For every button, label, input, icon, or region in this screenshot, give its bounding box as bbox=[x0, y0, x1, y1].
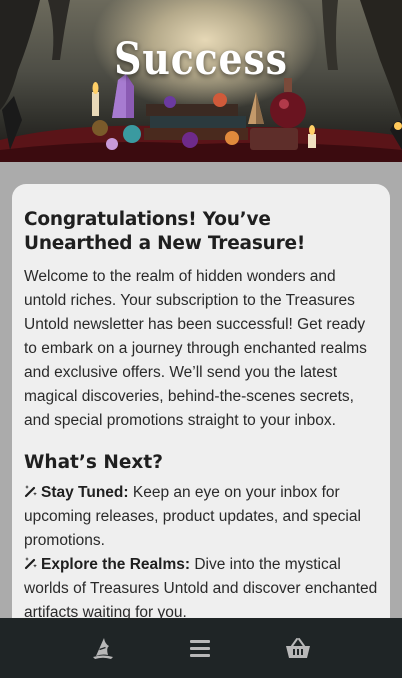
list-item: Explore the Realms: Dive into the mystic… bbox=[24, 553, 378, 625]
list-item: Stay Tuned: Keep an eye on your inbox fo… bbox=[24, 481, 378, 553]
page-title: Success bbox=[114, 34, 288, 85]
item-label: Explore the Realms: bbox=[41, 556, 191, 573]
menu-icon bbox=[190, 640, 210, 657]
bottom-nav bbox=[0, 618, 402, 678]
whats-next-heading: What’s Next? bbox=[24, 452, 163, 473]
magic-wand-icon bbox=[24, 557, 37, 570]
hero-banner: Success bbox=[0, 0, 402, 162]
nav-cart-button[interactable] bbox=[283, 634, 313, 662]
success-card: Congratulations! You’ve Unearthed a New … bbox=[12, 184, 390, 644]
magic-wand-icon bbox=[24, 485, 37, 498]
intro-paragraph: Welcome to the realm of hidden wonders a… bbox=[24, 268, 367, 429]
item-label: Stay Tuned: bbox=[41, 484, 129, 501]
nav-menu-button[interactable] bbox=[185, 634, 215, 662]
card-heading: Congratulations! You’ve Unearthed a New … bbox=[24, 209, 306, 254]
nav-home-button[interactable] bbox=[88, 634, 118, 662]
wizard-hat-icon bbox=[93, 638, 113, 659]
basket-icon bbox=[286, 638, 310, 658]
